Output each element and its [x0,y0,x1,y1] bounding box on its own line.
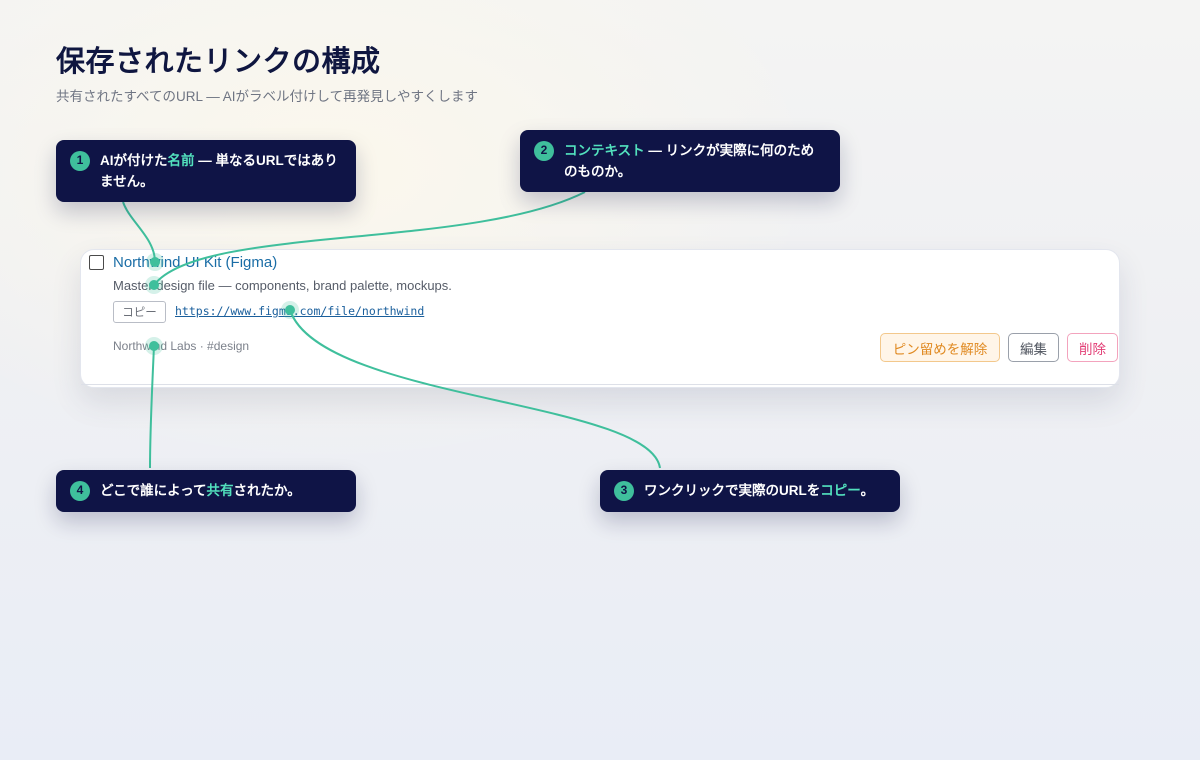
callout-number-badge: 3 [614,480,634,501]
delete-button[interactable]: 削除 [1067,333,1118,362]
callout-number-badge: 4 [70,480,90,501]
callout-number-badge: 2 [534,140,554,161]
callout-text: どこで誰によって共有されたか。 [100,483,301,498]
page-title: 保存されたリンクの構成 [56,44,381,78]
unpin-button[interactable]: ピン留めを解除 [880,333,1000,362]
callout-text: ワンクリックで実際のURLをコピー。 [644,483,875,498]
link-url[interactable]: https://www.figma.com/file/northwind [175,304,424,318]
copy-button[interactable]: コピー [113,301,166,323]
link-card: Northwind UI Kit (Figma) Master design f… [80,249,1120,388]
link-meta: Northwind Labs · #design [113,339,250,353]
callout-shared: 4 どこで誰によって共有されたか。 [56,470,356,512]
callout-text: AIが付けた名前 — 単なるURLではありません。 [100,153,338,189]
link-title[interactable]: Northwind UI Kit (Figma) [113,254,277,271]
callout-number-badge: 1 [70,150,90,171]
select-checkbox[interactable] [89,255,104,270]
link-description: Master design file — components, brand p… [113,278,452,293]
card-divider [81,384,1119,385]
page-subtitle: 共有されたすべてのURL — AIがラベル付けして再発見しやすくします [56,89,478,104]
callout-name: 1 AIが付けた名前 — 単なるURLではありません。 [56,140,356,202]
callout-text: コンテキスト — リンクが実際に何のためのものか。 [564,143,815,179]
callout-copy: 3 ワンクリックで実際のURLをコピー。 [600,470,900,512]
edit-button[interactable]: 編集 [1008,333,1059,362]
callout-context: 2 コンテキスト — リンクが実際に何のためのものか。 [520,130,840,192]
